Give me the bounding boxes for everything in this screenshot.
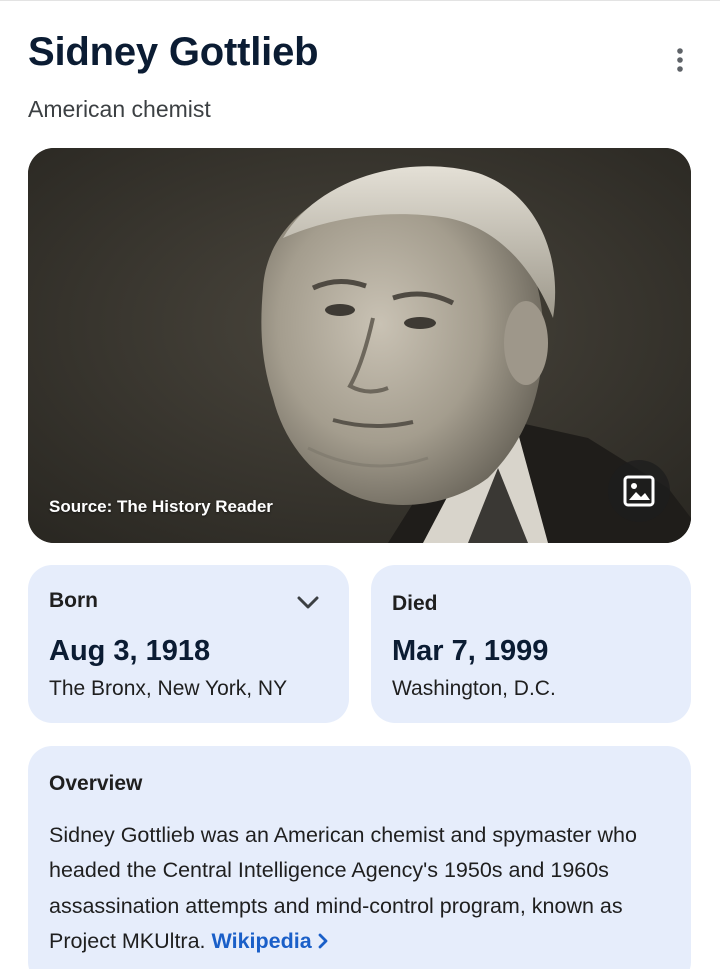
expand-born-button[interactable] <box>292 587 324 619</box>
died-card[interactable]: Died Mar 7, 1999 Washington, D.C. <box>371 565 691 723</box>
chevron-right-icon <box>318 933 328 949</box>
overview-text: Sidney Gottlieb was an American chemist … <box>49 818 679 959</box>
died-date: Mar 7, 1999 <box>392 635 549 667</box>
wikipedia-link[interactable]: Wikipedia <box>212 929 329 953</box>
entity-title: Sidney Gottlieb <box>28 30 319 74</box>
born-date: Aug 3, 1918 <box>49 635 211 667</box>
overview-card: Overview Sidney Gottlieb was an American… <box>28 746 691 969</box>
born-label: Born <box>49 589 98 612</box>
born-place: The Bronx, New York, NY <box>49 677 288 700</box>
knowledge-panel: Sidney Gottlieb American chemist Source:… <box>0 0 720 969</box>
image-icon <box>623 475 655 507</box>
more-options-button[interactable] <box>660 40 700 80</box>
overview-title: Overview <box>49 772 143 795</box>
portrait-image <box>28 148 691 543</box>
more-vert-icon <box>677 48 683 72</box>
died-label: Died <box>392 592 438 615</box>
portrait-photo[interactable]: Source: The History Reader <box>28 148 691 543</box>
born-card[interactable]: Born Aug 3, 1918 The Bronx, New York, NY <box>28 565 349 723</box>
wikipedia-link-label: Wikipedia <box>211 928 312 953</box>
view-images-button[interactable] <box>608 460 670 522</box>
photo-source-caption: Source: The History Reader <box>49 497 273 516</box>
died-place: Washington, D.C. <box>392 677 556 700</box>
overview-body: Sidney Gottlieb was an American chemist … <box>49 823 637 953</box>
entity-description: American chemist <box>28 96 211 122</box>
top-divider <box>0 0 720 1</box>
chevron-down-icon <box>297 596 319 609</box>
